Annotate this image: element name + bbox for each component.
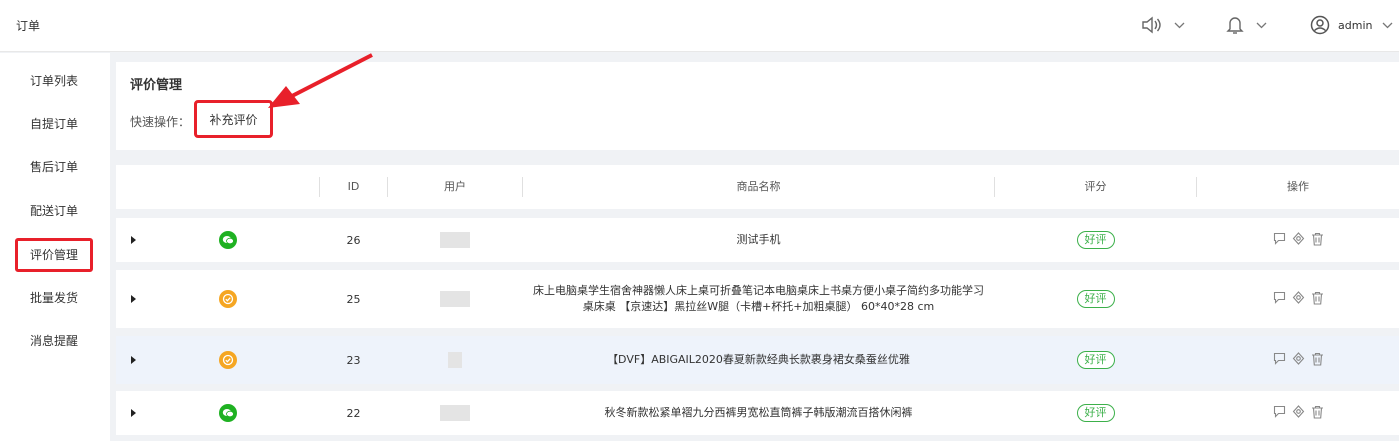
trash-icon[interactable]	[1311, 405, 1324, 422]
row-id: 26	[346, 233, 361, 247]
panel-title: 评价管理	[130, 78, 183, 93]
chevron-down-icon	[1382, 22, 1393, 29]
expand-row-toggle[interactable]	[116, 218, 150, 262]
action-cell	[1197, 391, 1399, 435]
column-header-product: 商品名称	[736, 180, 781, 193]
column-header-id: ID	[347, 180, 360, 193]
username: admin	[1338, 18, 1373, 32]
user-avatar	[388, 336, 522, 384]
caret-right-icon	[130, 356, 136, 364]
quick-action-label: 快速操作：	[130, 115, 191, 129]
wechat-icon	[219, 404, 237, 422]
row-id: 23	[346, 353, 361, 367]
wechat-icon	[219, 231, 237, 249]
rating-badge: 好评	[1076, 231, 1115, 249]
add-review-button[interactable]: 补充评价	[194, 100, 273, 138]
bell-icon	[1226, 15, 1244, 35]
expand-row-toggle[interactable]	[116, 270, 150, 328]
chevron-down-icon	[1174, 22, 1185, 29]
sidebar-item-batch-shipping[interactable]: 批量发货	[0, 281, 110, 315]
view-icon[interactable]	[1292, 232, 1305, 248]
page-title: 订单	[16, 19, 41, 33]
sidebar-item-pickup-orders[interactable]: 自提订单	[0, 107, 110, 141]
notification-menu[interactable]	[1226, 14, 1267, 36]
rating-cell: 好评	[995, 270, 1196, 328]
top-bar: 订单 admin	[0, 0, 1399, 52]
trash-icon[interactable]	[1311, 291, 1324, 308]
view-icon[interactable]	[1292, 405, 1305, 421]
speaker-icon	[1140, 16, 1162, 34]
view-icon[interactable]	[1292, 352, 1305, 368]
rating-badge: 好评	[1076, 351, 1115, 369]
user-avatar-icon	[1310, 15, 1330, 35]
caret-right-icon	[130, 409, 136, 417]
table-row: 22 秋冬新款松紧单褶九分西裤男宽松直筒裤子韩版潮流百搭休闲裤 好评	[116, 391, 1399, 435]
product-name: 床上电脑桌学生宿舍神器懒人床上桌可折叠笔记本电脑桌床上书桌方便小桌子简约多功能学…	[533, 284, 984, 313]
reply-icon[interactable]	[1273, 291, 1286, 307]
rating-badge: 好评	[1076, 404, 1115, 422]
action-cell	[1197, 218, 1399, 262]
caret-right-icon	[130, 236, 136, 244]
sidebar-item-review-management[interactable]: 评价管理	[15, 238, 93, 272]
review-panel: 评价管理 快速操作： 补充评价	[116, 62, 1399, 150]
row-id: 25	[346, 292, 361, 306]
trash-icon[interactable]	[1311, 352, 1324, 369]
source-icon-cell	[216, 270, 240, 328]
user-avatar	[388, 270, 522, 328]
product-name: 【DVF】ABIGAIL2020春夏新款经典长款裹身裙女桑蚕丝优雅	[607, 353, 910, 366]
table-row: 26 测试手机 好评	[116, 218, 1399, 262]
sidebar-item-order-list[interactable]: 订单列表	[0, 64, 110, 98]
sidebar-item-delivery-orders[interactable]: 配送订单	[0, 194, 110, 228]
table-header: ID 用户 商品名称 评分 操作	[116, 165, 1399, 209]
rating-cell: 好评	[995, 336, 1196, 384]
chevron-down-icon	[1256, 22, 1267, 29]
action-cell	[1197, 336, 1399, 384]
rating-cell: 好评	[995, 391, 1196, 435]
rating-cell: 好评	[995, 218, 1196, 262]
sound-menu[interactable]	[1140, 14, 1185, 36]
product-name: 测试手机	[736, 233, 781, 246]
caret-right-icon	[130, 295, 136, 303]
action-cell	[1197, 270, 1399, 328]
column-header-rating: 评分	[1084, 180, 1107, 193]
sidebar-item-aftersale-orders[interactable]: 售后订单	[0, 150, 110, 184]
user-menu[interactable]: admin	[1310, 14, 1393, 36]
trash-icon[interactable]	[1311, 232, 1324, 249]
sidebar: 订单列表 自提订单 售后订单 配送订单 评价管理 批量发货 消息提醒	[0, 53, 110, 441]
table-row: 23 【DVF】ABIGAIL2020春夏新款经典长款裹身裙女桑蚕丝优雅 好评	[116, 336, 1399, 384]
reply-icon[interactable]	[1273, 232, 1286, 248]
reply-icon[interactable]	[1273, 352, 1286, 368]
table-row: 25 床上电脑桌学生宿舍神器懒人床上桌可折叠笔记本电脑桌床上书桌方便小桌子简约多…	[116, 270, 1399, 328]
view-icon[interactable]	[1292, 291, 1305, 307]
expand-row-toggle[interactable]	[116, 391, 150, 435]
sidebar-item-message-alerts[interactable]: 消息提醒	[0, 324, 110, 358]
expand-row-toggle[interactable]	[116, 336, 150, 384]
rating-badge: 好评	[1076, 290, 1115, 308]
source-icon-cell	[216, 336, 240, 384]
user-avatar	[388, 391, 522, 435]
user-avatar	[388, 218, 522, 262]
check-badge-icon	[219, 290, 237, 308]
row-id: 22	[346, 406, 361, 420]
check-badge-icon	[219, 351, 237, 369]
source-icon-cell	[216, 218, 240, 262]
reply-icon[interactable]	[1273, 405, 1286, 421]
column-header-actions: 操作	[1287, 180, 1309, 193]
column-header-user: 用户	[444, 180, 466, 193]
source-icon-cell	[216, 391, 240, 435]
product-name: 秋冬新款松紧单褶九分西裤男宽松直筒裤子韩版潮流百搭休闲裤	[604, 406, 913, 419]
